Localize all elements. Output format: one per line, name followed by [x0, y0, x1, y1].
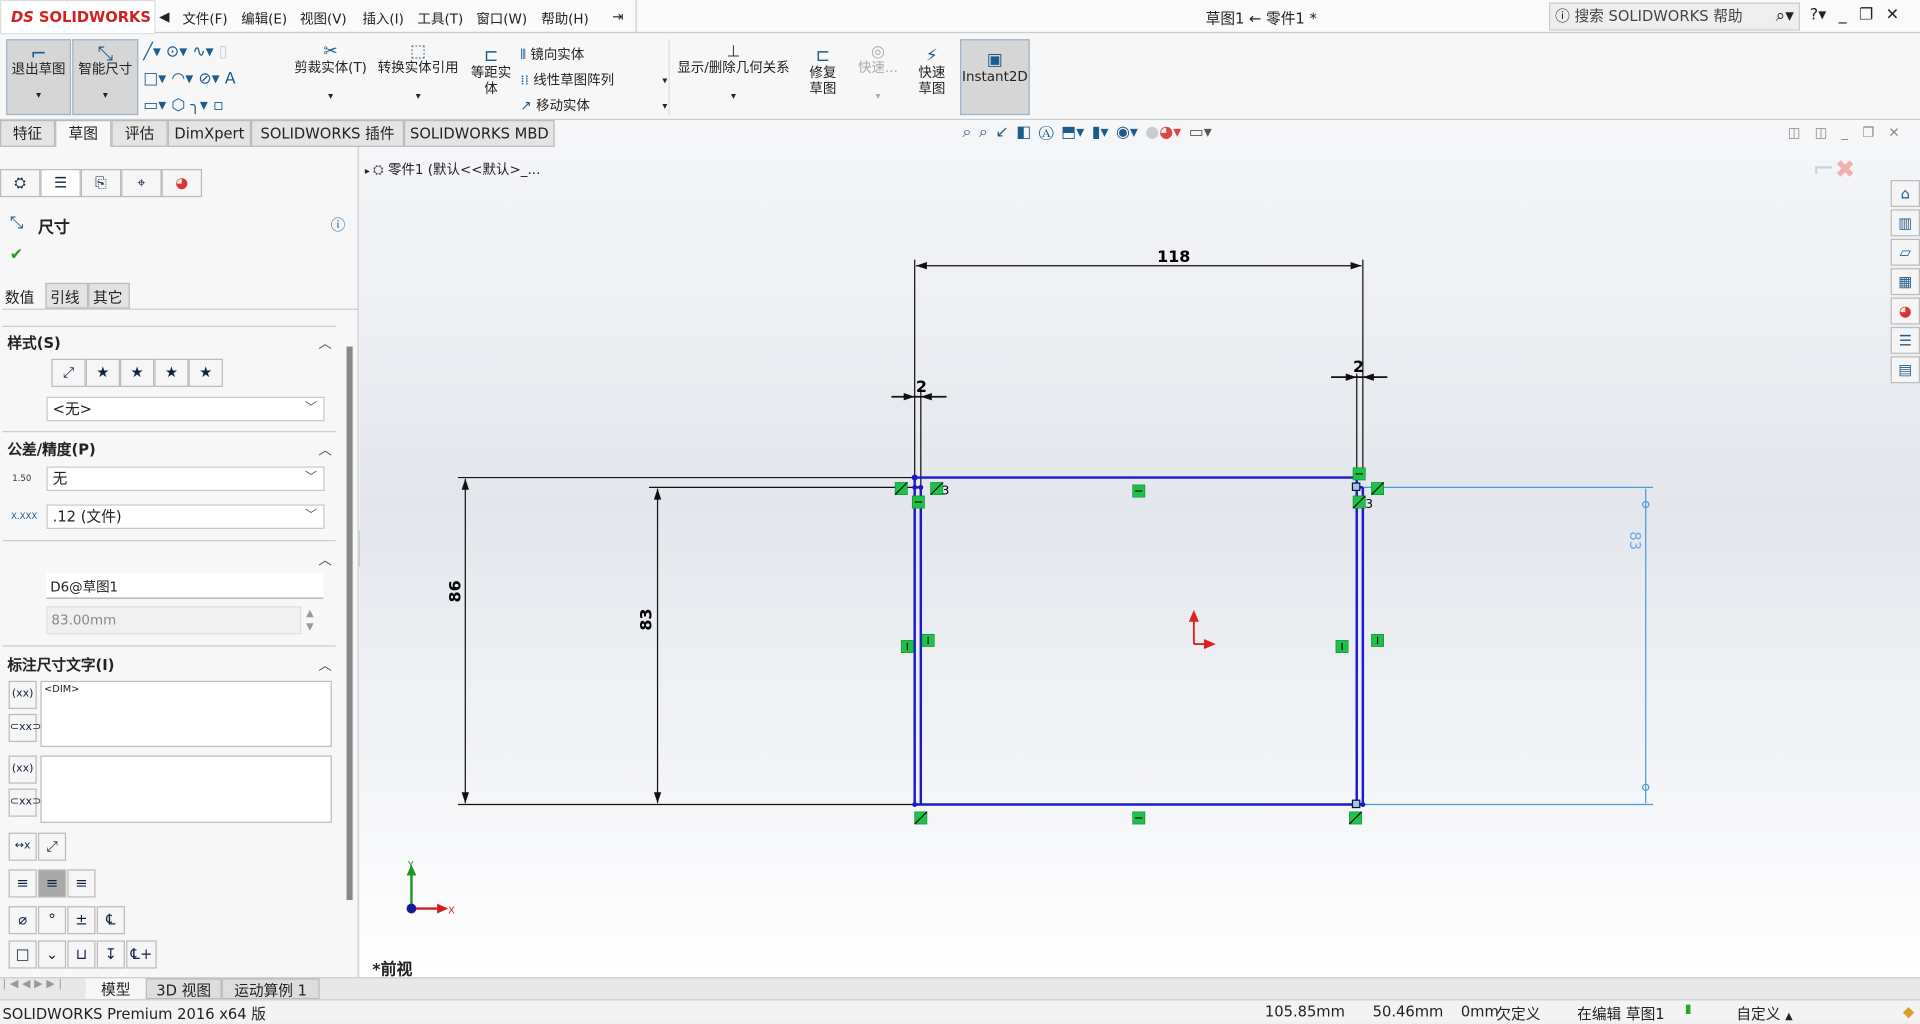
sketch-canvas[interactable]: 118 2 2 86 83 83 3 3 YX — [0, 0, 1920, 1021]
tab-scroll-arrows[interactable]: |◀◀▶▶| — [2, 978, 65, 990]
sketch-points[interactable] — [911, 474, 1366, 807]
sketch-origin-icon — [1188, 609, 1216, 650]
axis-triad-icon: YX — [406, 860, 455, 916]
caret-up-icon: ▲ — [1785, 1010, 1793, 1022]
tab-model[interactable]: 模型 — [85, 978, 146, 1000]
relation-count: 3 — [1365, 497, 1373, 511]
dim-left-wall-2[interactable]: 2 — [916, 377, 927, 396]
tab-sketch[interactable]: 草图 — [55, 120, 112, 147]
relation-count: 3 — [942, 484, 950, 498]
tab-features[interactable]: 特征 — [0, 120, 56, 147]
sketch-lines[interactable] — [913, 476, 1365, 806]
rebuild-traffic-light-icon[interactable]: ▮ — [1685, 1003, 1692, 1016]
tab-addins[interactable]: SOLIDWORKS 插件 — [251, 120, 405, 147]
dim-right-wall-2[interactable]: 2 — [1353, 357, 1364, 376]
preview-dimension — [1362, 486, 1654, 806]
tab-mbd[interactable]: SOLIDWORKS MBD — [404, 120, 555, 147]
svg-text:Y: Y — [407, 860, 414, 871]
tab-dimxpert[interactable]: DimXpert — [167, 120, 252, 147]
svg-text:X: X — [448, 905, 455, 916]
status-z: 0mm — [1460, 1002, 1499, 1021]
dimension-lines — [457, 259, 1388, 806]
relation-markers — [894, 467, 1385, 825]
selected-endpoint[interactable] — [1351, 799, 1361, 809]
view-name: *前视 — [372, 961, 413, 980]
status-y: 50.46mm — [1372, 1002, 1444, 1021]
tag-icon[interactable]: ◆ — [1903, 1003, 1914, 1020]
dim-outer-height-86[interactable]: 86 — [445, 580, 464, 602]
tab-3d-views[interactable]: 3D 视图 — [145, 978, 222, 1000]
tab-motion-study[interactable]: 运动算例 1 — [221, 978, 320, 1000]
status-x: 105.85mm — [1264, 1002, 1345, 1021]
tab-evaluate[interactable]: 评估 — [111, 120, 168, 147]
preview-dim-83: 83 — [1626, 531, 1643, 550]
dim-width-118[interactable]: 118 — [1157, 247, 1190, 266]
selected-endpoint[interactable] — [1351, 482, 1361, 492]
dim-inner-height-83[interactable]: 83 — [636, 608, 655, 630]
dimension-arrows — [461, 262, 1374, 804]
